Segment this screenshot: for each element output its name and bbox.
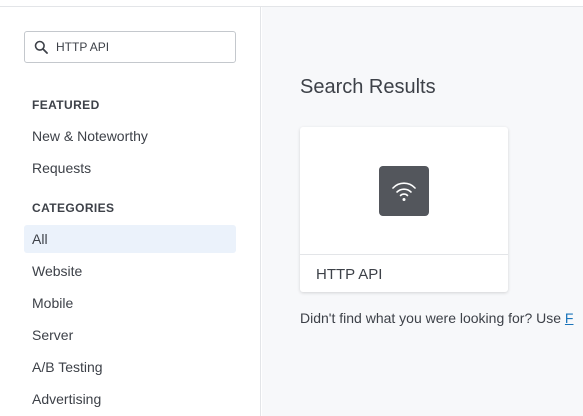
sidebar-item-requests[interactable]: Requests xyxy=(24,154,236,182)
card-icon-area xyxy=(300,127,508,255)
wifi-icon xyxy=(379,166,429,216)
top-bar xyxy=(0,0,583,7)
not-found-message: Didn't find what you were looking for? U… xyxy=(300,310,573,326)
sidebar-item-new-noteworthy[interactable]: New & Noteworthy xyxy=(24,122,236,150)
sidebar-item-website[interactable]: Website xyxy=(24,257,236,285)
sidebar-item-server[interactable]: Server xyxy=(24,321,236,349)
search-input[interactable] xyxy=(56,40,216,54)
categories-heading: CATEGORIES xyxy=(32,201,115,215)
sidebar-item-advertising[interactable]: Advertising xyxy=(24,385,236,413)
main-content: Search Results HTTP API Didn't find what… xyxy=(262,7,583,416)
sidebar-item-mobile[interactable]: Mobile xyxy=(24,289,236,317)
sidebar-item-ab-testing[interactable]: A/B Testing xyxy=(24,353,236,381)
sidebar-item-all[interactable]: All xyxy=(24,225,236,253)
not-found-link[interactable]: F xyxy=(565,310,574,326)
result-card-label: HTTP API xyxy=(316,266,383,283)
sidebar: FEATURED New & Noteworthy Requests CATEG… xyxy=(0,7,261,416)
result-card[interactable]: HTTP API xyxy=(300,127,508,292)
search-icon xyxy=(34,40,48,54)
page-title: Search Results xyxy=(300,76,436,98)
not-found-text: Didn't find what you were looking for? U… xyxy=(300,310,565,326)
search-box[interactable] xyxy=(24,31,236,63)
featured-heading: FEATURED xyxy=(32,98,100,112)
